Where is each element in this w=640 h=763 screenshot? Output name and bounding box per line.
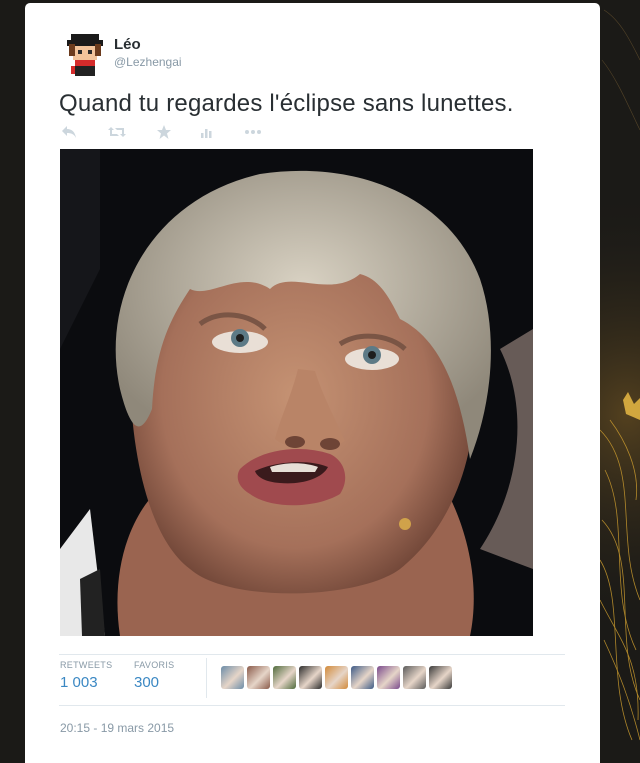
retweet-button[interactable] <box>107 123 127 141</box>
favoriter-avatar-9[interactable] <box>429 666 452 689</box>
author-avatar[interactable] <box>61 28 109 76</box>
retweet-icon <box>108 127 126 137</box>
tweet-timestamp[interactable]: 20:15 - 19 mars 2015 <box>60 721 174 735</box>
favorites-count[interactable]: 300 <box>134 674 174 691</box>
photo-face-illustration <box>60 149 533 636</box>
retweets-label: RETWEETS <box>60 660 113 670</box>
favoriter-avatar-4[interactable] <box>299 666 322 689</box>
favorites-stat[interactable]: FAVORIS 300 <box>134 660 174 691</box>
tweet-photo[interactable] <box>60 149 533 636</box>
stats-divider-top <box>59 654 565 655</box>
pixel-avatar-icon <box>61 28 109 76</box>
author-handle[interactable]: @Lezhengai <box>114 55 182 69</box>
more-icon <box>245 130 261 134</box>
analytics-button[interactable] <box>200 123 214 141</box>
favoriter-avatar-2[interactable] <box>247 666 270 689</box>
more-button[interactable] <box>244 123 262 141</box>
tweet-card: Léo @Lezhengai Quand tu regardes l'éclip… <box>25 3 600 763</box>
favoriters-avatars <box>221 666 452 689</box>
stats-vertical-divider <box>206 658 207 698</box>
favoriter-avatar-6[interactable] <box>351 666 374 689</box>
author-name[interactable]: Léo <box>114 36 141 53</box>
reply-icon <box>62 126 76 138</box>
analytics-icon <box>201 129 212 138</box>
favorites-label: FAVORIS <box>134 660 175 670</box>
favoriter-avatar-5[interactable] <box>325 666 348 689</box>
favoriter-avatar-8[interactable] <box>403 666 426 689</box>
favorite-icon <box>157 125 171 139</box>
retweets-stat[interactable]: RETWEETS 1 003 <box>60 660 112 691</box>
favoriter-avatar-3[interactable] <box>273 666 296 689</box>
favoriter-avatar-7[interactable] <box>377 666 400 689</box>
favoriter-avatar-1[interactable] <box>221 666 244 689</box>
reply-button[interactable] <box>61 123 77 141</box>
stats-divider-bottom <box>59 705 565 706</box>
favorite-button[interactable] <box>156 123 172 141</box>
retweets-count[interactable]: 1 003 <box>60 674 112 691</box>
tweet-text: Quand tu regardes l'éclipse sans lunette… <box>59 90 514 117</box>
tweet-actions <box>61 123 281 143</box>
